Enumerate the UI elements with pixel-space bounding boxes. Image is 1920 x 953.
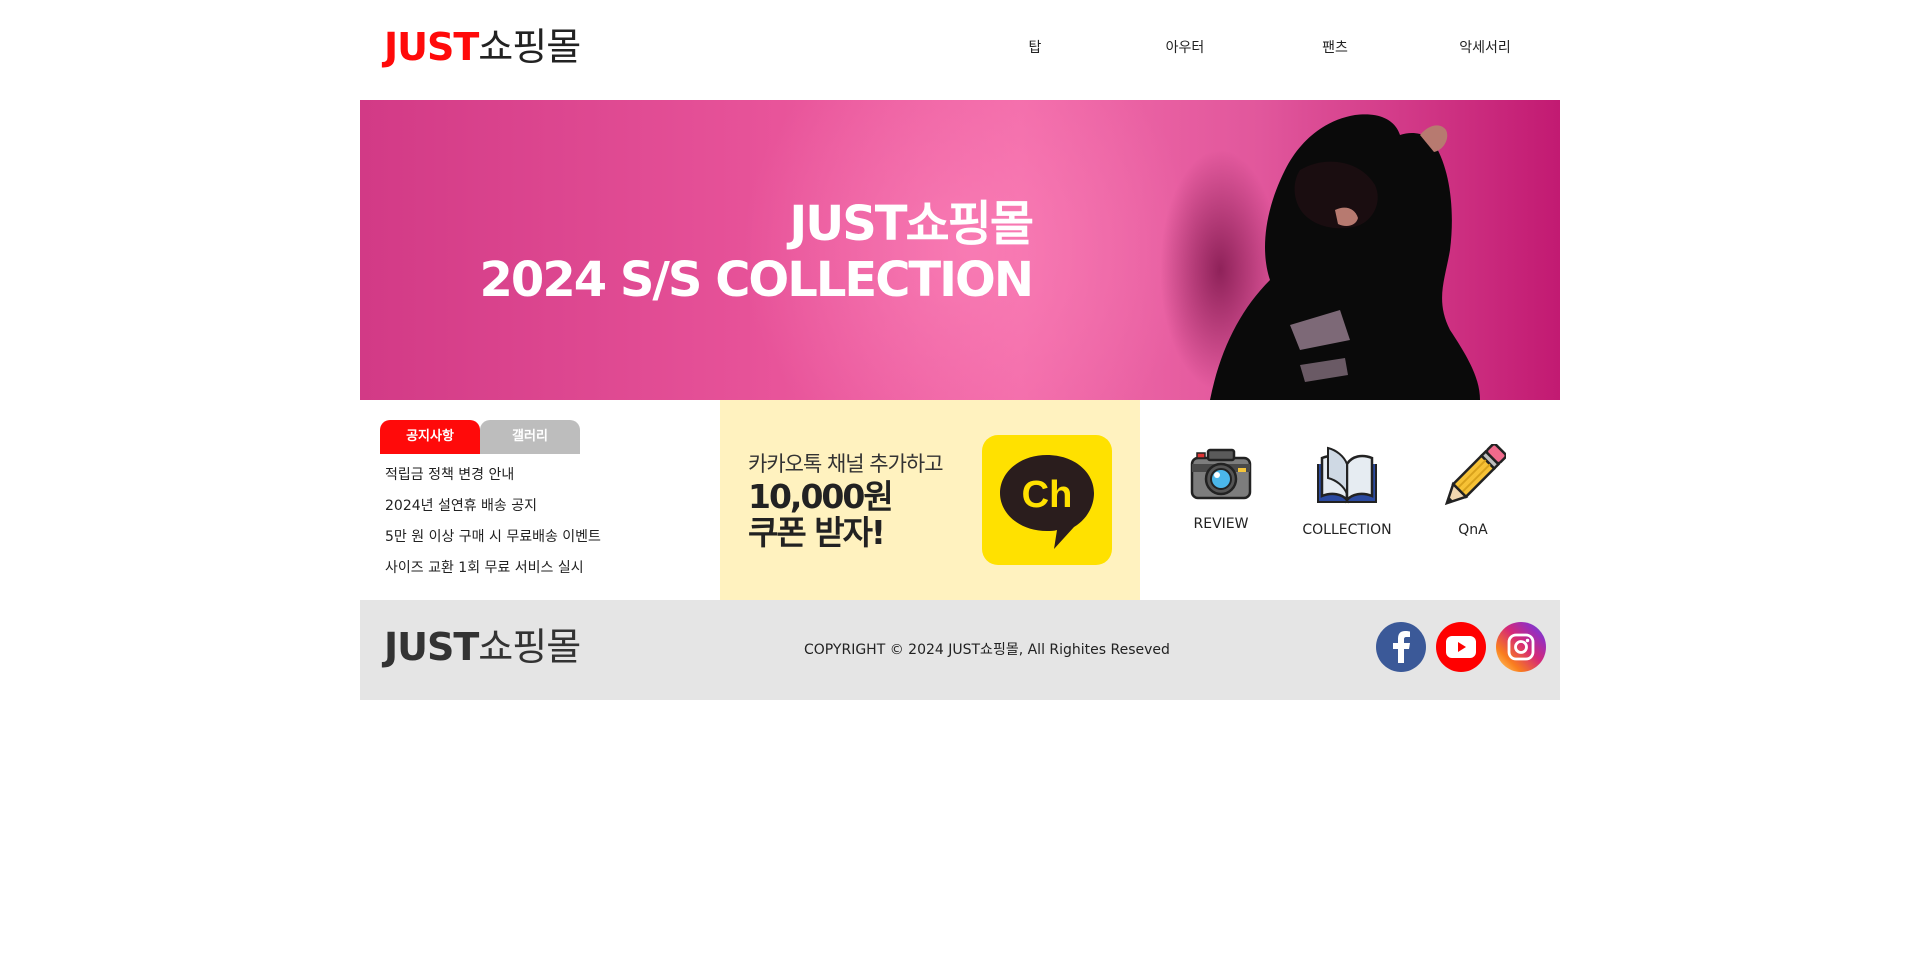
- hero-banner[interactable]: JUST쇼핑몰 2024 S/S COLLECTION: [360, 100, 1560, 400]
- notice-item[interactable]: 적립금 정책 변경 안내: [380, 460, 700, 491]
- quick-link-review[interactable]: REVIEW: [1158, 400, 1284, 600]
- notice-item[interactable]: 5만 원 이상 구매 시 무료배송 이벤트: [380, 522, 700, 553]
- site-logo[interactable]: JUST쇼핑몰: [384, 24, 581, 70]
- youtube-link[interactable]: [1436, 622, 1486, 672]
- banner-model-image: [1160, 114, 1480, 400]
- footer-logo-ko: 쇼핑몰: [478, 625, 581, 669]
- quick-link-label: QnA: [1458, 522, 1488, 538]
- nav-item-pants[interactable]: 팬츠: [1260, 36, 1410, 60]
- facebook-link[interactable]: [1376, 622, 1426, 672]
- page-container: JUST쇼핑몰 탑 아우터 팬츠 악세서리 JUST쇼핑몰 2024 S/S C…: [360, 0, 1560, 700]
- nav-item-accessories[interactable]: 악세서리: [1410, 36, 1560, 60]
- instagram-link[interactable]: [1496, 622, 1546, 672]
- footer-logo-en: JUST: [384, 625, 479, 669]
- notice-item[interactable]: 사이즈 교환 1회 무료 서비스 실시: [380, 553, 700, 584]
- pencil-icon: [1444, 444, 1506, 506]
- youtube-icon: [1446, 636, 1476, 658]
- nav-item-outer[interactable]: 아우터: [1110, 36, 1260, 60]
- banner-subtitle: 2024 S/S COLLECTION: [479, 252, 1034, 308]
- copyright-text: COPYRIGHT © 2024 JUST쇼핑몰, All Righites R…: [804, 642, 1170, 658]
- logo-ko: 쇼핑몰: [478, 25, 581, 69]
- facebook-icon: [1393, 631, 1410, 663]
- quick-links: REVIEW COLLECTION QnA: [1140, 400, 1560, 600]
- kakao-line3: 쿠폰 받자!: [748, 513, 886, 552]
- instagram-icon: [1507, 633, 1535, 661]
- quick-link-label: COLLECTION: [1302, 522, 1392, 538]
- kakao-line2: 10,000원: [748, 477, 894, 516]
- tab-gallery[interactable]: 갤러리: [480, 420, 580, 454]
- tab-notice[interactable]: 공지사항: [380, 420, 480, 454]
- content-row: 공지사항 갤러리 적립금 정책 변경 안내 2024년 설연휴 배송 공지 5만…: [360, 400, 1560, 600]
- nav-item-top[interactable]: 탑: [960, 36, 1110, 60]
- main-nav: 탑 아우터 팬츠 악세서리: [960, 36, 1560, 60]
- kakao-channel-icon-text: Ch: [1022, 474, 1073, 516]
- book-icon: [1317, 446, 1377, 504]
- banner-title: JUST쇼핑몰: [789, 196, 1034, 252]
- header: JUST쇼핑몰 탑 아우터 팬츠 악세서리: [360, 0, 1560, 100]
- footer-logo[interactable]: JUST쇼핑몰: [384, 624, 581, 670]
- notice-tabs: 공지사항 갤러리: [380, 420, 700, 454]
- logo-en: JUST: [384, 25, 479, 69]
- social-links: [1366, 622, 1546, 672]
- quick-link-collection[interactable]: COLLECTION: [1284, 400, 1410, 600]
- camera-icon: [1190, 448, 1252, 500]
- notice-item[interactable]: 2024년 설연휴 배송 공지: [380, 491, 700, 522]
- quick-link-qna[interactable]: QnA: [1410, 400, 1536, 600]
- kakao-channel-icon: Ch: [982, 435, 1112, 565]
- kakao-line1: 카카오톡 채널 추가하고: [748, 452, 944, 476]
- notice-list: 적립금 정책 변경 안내 2024년 설연휴 배송 공지 5만 원 이상 구매 …: [380, 460, 700, 584]
- notice-board: 공지사항 갤러리 적립금 정책 변경 안내 2024년 설연휴 배송 공지 5만…: [360, 400, 720, 600]
- kakao-channel-banner[interactable]: 카카오톡 채널 추가하고 10,000원 쿠폰 받자! Ch: [720, 400, 1140, 600]
- footer: JUST쇼핑몰 COPYRIGHT © 2024 JUST쇼핑몰, All Ri…: [360, 600, 1560, 700]
- quick-link-label: REVIEW: [1193, 516, 1249, 532]
